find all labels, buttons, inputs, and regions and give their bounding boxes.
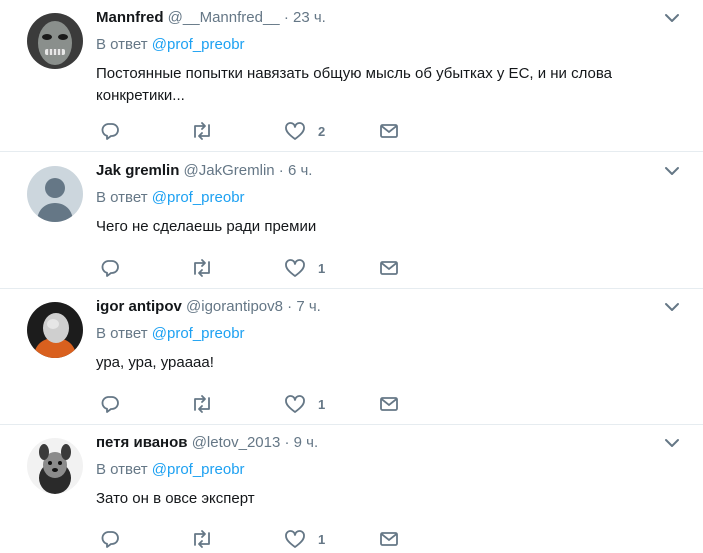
chevron-down-icon[interactable] [662,10,682,26]
reply-prefix: В ответ [96,325,148,342]
chevron-down-icon[interactable] [662,435,682,451]
reply-context: В ответ @prof_preobr [96,189,245,206]
retweet-button[interactable] [190,393,214,415]
tweet-text: Зато он в овсе эксперт [96,490,255,507]
reply-prefix: В ответ [96,36,148,53]
tweet[interactable]: igor antipov @igorantipov8 · 7 ч. В отве… [0,289,703,425]
dm-button[interactable] [379,120,399,142]
separator-dot: · [278,162,284,179]
display-name[interactable]: igor antipov [96,298,182,315]
reply-context: В ответ @prof_preobr [96,325,245,342]
chevron-down-icon[interactable] [662,299,682,315]
envelope-icon [380,124,398,138]
avatar[interactable] [27,302,83,358]
avatar[interactable] [27,166,83,222]
envelope-icon [380,532,398,546]
dm-button[interactable] [379,393,399,415]
avatar[interactable] [27,438,83,494]
retweet-icon [194,259,210,277]
timestamp[interactable]: 6 ч. [288,162,313,179]
like-count: 1 [318,396,326,412]
display-name[interactable]: Jak gremlin [96,162,179,179]
heart-icon [285,122,305,140]
mention-link[interactable]: @prof_preobr [152,461,245,478]
timestamp[interactable]: 7 ч. [296,298,321,315]
user-handle[interactable]: @__Mannfred__ [168,9,280,26]
reply-prefix: В ответ [96,461,148,478]
like-button[interactable]: 2 [284,120,325,142]
avatar[interactable] [27,13,83,69]
tweet-text: ура, ура, урaaaa! [96,354,214,371]
display-name[interactable]: петя иванов [96,434,188,451]
separator-dot: · [287,298,293,315]
mention-link[interactable]: @prof_preobr [152,36,245,53]
tweet-header: Jak gremlin @JakGremlin · 6 ч. [96,162,312,180]
reply-button[interactable] [100,528,120,550]
dm-button[interactable] [379,528,399,550]
like-count: 1 [318,531,326,547]
reply-context: В ответ @prof_preobr [96,36,245,53]
display-name[interactable]: Mannfred [96,9,164,26]
heart-icon [285,259,305,277]
reply-icon [101,260,119,277]
chevron-down-icon[interactable] [662,163,682,179]
mention-link[interactable]: @prof_preobr [152,189,245,206]
like-count: 1 [318,260,326,276]
reply-icon [101,123,119,140]
reply-context: В ответ @prof_preobr [96,461,245,478]
timestamp[interactable]: 23 ч. [293,9,326,26]
tweet-text: Чего не сделаешь ради премии [96,218,317,235]
like-button[interactable]: 1 [284,257,325,279]
like-button[interactable]: 1 [284,393,325,415]
like-count: 2 [318,123,326,139]
tweet-header: петя иванов @letov_2013 · 9 ч. [96,434,318,452]
tweet-text: Постоянные попытки навязать общую мысль … [96,65,613,104]
reply-icon [101,396,119,413]
retweet-icon [194,530,210,548]
reply-button[interactable] [100,257,120,279]
separator-dot: · [283,9,289,26]
envelope-icon [380,261,398,275]
reply-button[interactable] [100,120,120,142]
retweet-button[interactable] [190,528,214,550]
retweet-icon [194,395,210,413]
reply-button[interactable] [100,393,120,415]
mention-link[interactable]: @prof_preobr [152,325,245,342]
envelope-icon [380,397,398,411]
timestamp[interactable]: 9 ч. [294,434,319,451]
reply-icon [101,531,119,548]
reply-feed: Mannfred @__Mannfred__ · 23 ч. В ответ @… [0,0,703,553]
tweet[interactable]: Mannfred @__Mannfred__ · 23 ч. В ответ @… [0,0,703,152]
user-handle[interactable]: @letov_2013 [192,434,281,451]
retweet-button[interactable] [190,257,214,279]
tweet[interactable]: петя иванов @letov_2013 · 9 ч. В ответ @… [0,425,703,553]
dm-button[interactable] [379,257,399,279]
tweet-header: Mannfred @__Mannfred__ · 23 ч. [96,9,326,27]
tweet-header: igor antipov @igorantipov8 · 7 ч. [96,298,321,316]
separator-dot: · [284,434,290,451]
heart-icon [285,395,305,413]
retweet-icon [194,122,210,140]
reply-prefix: В ответ [96,189,148,206]
like-button[interactable]: 1 [284,528,325,550]
tweet[interactable]: Jak gremlin @JakGremlin · 6 ч. В ответ @… [0,153,703,289]
heart-icon [285,530,305,548]
retweet-button[interactable] [190,120,214,142]
user-handle[interactable]: @JakGremlin [184,162,275,179]
user-handle[interactable]: @igorantipov8 [186,298,283,315]
